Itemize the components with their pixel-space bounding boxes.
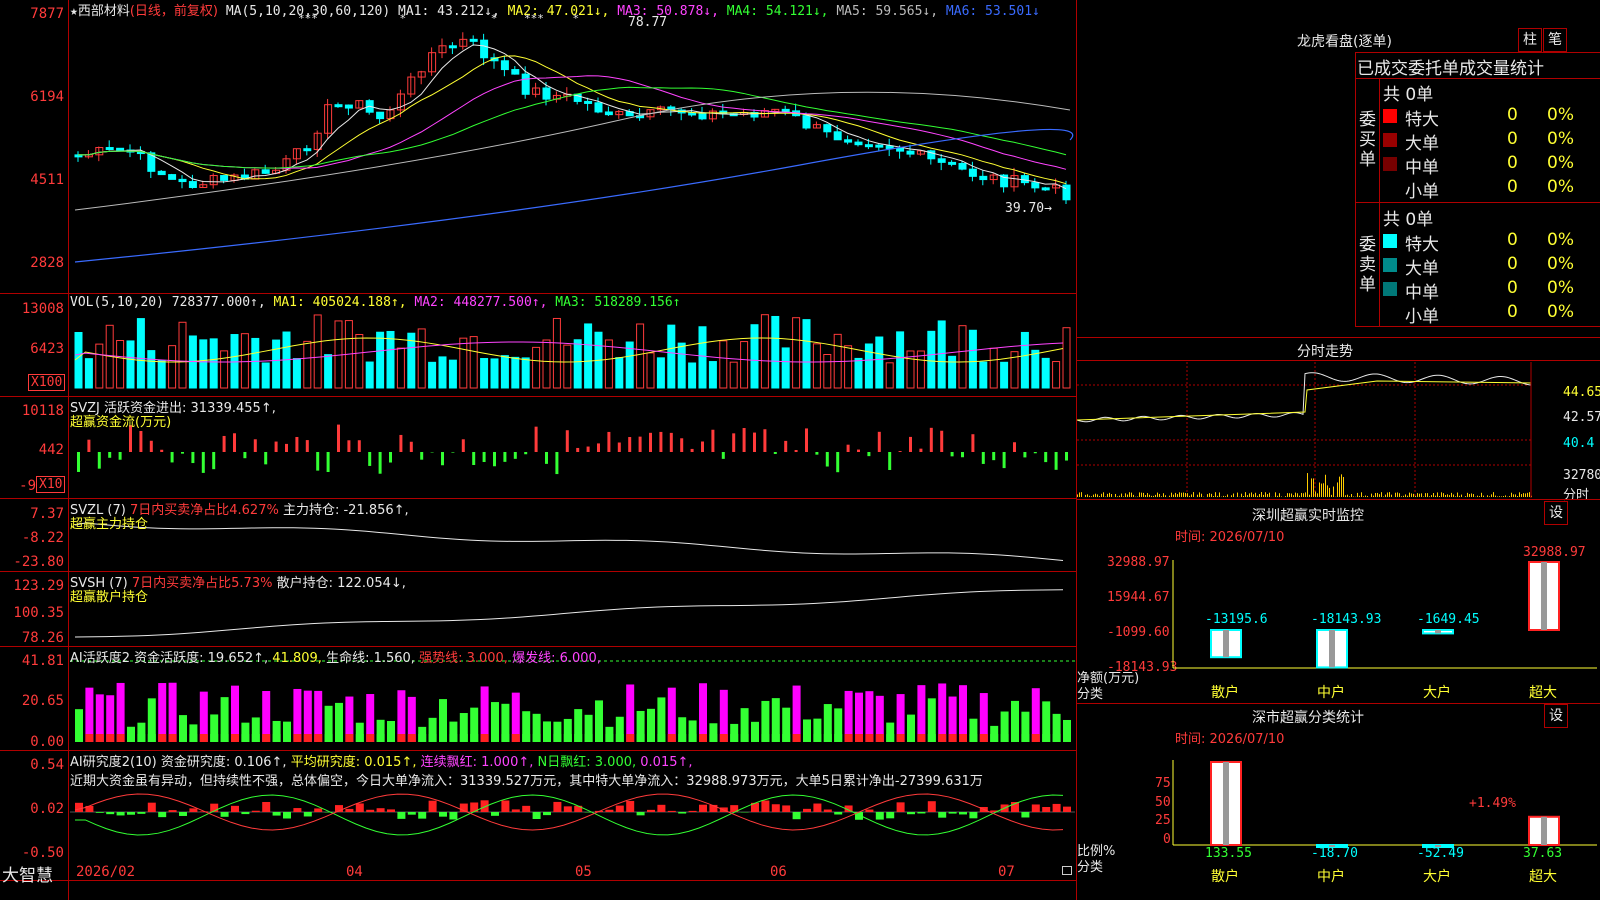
ai-activity-header: AI活跃度2 资金活跃度: 19.652↑, 41.809, 生命线: 1.56…: [70, 651, 601, 666]
svzj-axis-label: 442: [38, 442, 64, 458]
bar-value-label: 37.63: [1523, 846, 1563, 861]
brand-logo: 大智慧: [2, 866, 53, 886]
svzl-sub: 超赢主力持仓: [70, 517, 149, 532]
price-axis-label: 6194: [30, 89, 64, 105]
ma4-value: MA4: 54.121↓,: [726, 4, 829, 19]
svzj-axis-label: -9: [19, 478, 36, 494]
bar-value-label: 133.55: [1205, 846, 1252, 861]
svzj-sub: 超赢资金流(万元): [70, 415, 172, 430]
sz-class-chart: [1172, 760, 1597, 848]
lock-icon[interactable]: [1062, 866, 1072, 875]
bar-value-label: -18.70: [1311, 846, 1358, 861]
vol-axis-label: 6423: [30, 341, 64, 357]
stock-name: 西部材料: [77, 4, 130, 19]
ai-research-axis-label: 0.02: [30, 801, 64, 817]
ai-activity-axis-label: 20.65: [21, 693, 64, 709]
right-panel: 龙虎看盘(逐单) 柱 笔 已成交委托单成交量统计 委买单 委卖单 共 0单 共 …: [1077, 0, 1600, 900]
category-label: 中户: [1317, 869, 1345, 885]
signal-stars: *** * * *** *: [298, 12, 580, 25]
svzl-axis-label: -23.80: [13, 554, 64, 570]
ai-research-header: AI研究度2(10) 资金研究度: 0.106↑, 平均研究度: 0.015↑,…: [70, 755, 693, 770]
high-price-mark: 78.77: [628, 15, 668, 30]
low-price-mark: 39.70→: [1005, 201, 1052, 216]
date-label: 04: [346, 864, 363, 880]
date-label: 06: [770, 864, 787, 880]
svzl-axis-label: 7.37: [30, 506, 64, 522]
category-label: 散户: [1211, 869, 1239, 885]
price-axis-label: 2828: [30, 255, 64, 271]
category-label: 大户: [1423, 869, 1451, 885]
svsh-axis-label: 100.35: [13, 605, 64, 621]
date-label: 05: [575, 864, 592, 880]
price-axis-label: 4511: [30, 172, 64, 188]
bar-value-label: -52.49: [1417, 846, 1464, 861]
svzj-unit-button[interactable]: X10: [36, 476, 66, 493]
date-label: 07: [998, 864, 1015, 880]
adjust-mode[interactable]: (日线，前复权): [130, 4, 218, 19]
svsh-axis-label: 123.29: [13, 578, 64, 594]
vol-unit-button[interactable]: X100: [28, 374, 66, 391]
ai-research-comment: 近期大资金虽有异动，但持续性不强，总体偏空，今日大单净流入：31339.527万…: [70, 774, 983, 789]
svsh-axis-label: 78.26: [21, 630, 64, 646]
svzl-axis-label: -8.22: [21, 530, 64, 546]
svsh-sub: 超赢散户持仓: [70, 590, 149, 605]
ai-research-axis-label: 0.54: [30, 757, 64, 773]
ai-research-axis-label: -0.50: [21, 845, 64, 861]
category-label: 超大: [1529, 869, 1557, 885]
star-icon[interactable]: ★: [70, 4, 78, 19]
date-label: 2026/02: [76, 864, 136, 880]
kline-chart-area[interactable]: 7877 6194 4511 2828 ★西部材料(日线，前复权) MA(5,1…: [0, 0, 1077, 900]
ai-activity-axis-label: 41.81: [21, 653, 64, 669]
price-axis-label: 7877: [30, 6, 64, 22]
vol-axis-label: 13008: [21, 301, 64, 317]
ma6-value: MA6: 53.501↓: [945, 4, 1040, 19]
ma5-value: MA5: 59.565↓,: [836, 4, 939, 19]
ai-activity-axis-label: 0.00: [30, 734, 64, 750]
svzj-axis-label: 10118: [21, 403, 64, 419]
vol-header: VOL(5,10,20) 728377.000↑, MA1: 405024.18…: [70, 295, 681, 310]
